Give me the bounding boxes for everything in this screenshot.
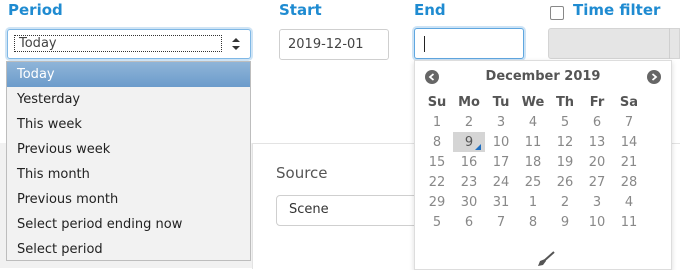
calendar-day[interactable]: 8 (517, 212, 549, 232)
calendar-day[interactable]: 2 (549, 192, 581, 212)
period-select[interactable]: Today (7, 29, 251, 59)
period-option[interactable]: Yesterday (7, 87, 250, 112)
calendar-day[interactable]: 3 (485, 112, 517, 132)
calendar-day[interactable]: 3 (581, 192, 613, 212)
period-option[interactable]: Select period (7, 237, 250, 262)
weekday-header: Tu (492, 94, 510, 110)
weekday-header: Th (555, 94, 575, 110)
calendar-day[interactable]: 4 (517, 112, 549, 132)
next-month-icon[interactable] (647, 70, 661, 84)
calendar-day[interactable]: 15 (421, 152, 453, 172)
weekday-header: Mo (458, 94, 480, 110)
calendar-day[interactable]: 14 (613, 132, 645, 152)
calendar-day[interactable]: 20 (581, 152, 613, 172)
calendar-day[interactable]: 27 (581, 172, 613, 192)
text-caret (424, 36, 425, 52)
period-option[interactable]: Select period ending now (7, 212, 250, 237)
period-option[interactable]: This month (7, 162, 250, 187)
calendar-day[interactable]: 17 (485, 152, 517, 172)
weekday-header: Sa (619, 94, 639, 110)
weekday-header: Su (427, 94, 447, 110)
calendar-day[interactable]: 2 (453, 112, 485, 132)
calendar-day[interactable]: 21 (613, 152, 645, 172)
calendar-day[interactable]: 26 (549, 172, 581, 192)
calendar-day[interactable]: 9 (549, 212, 581, 232)
calendar-day[interactable]: 11 (613, 212, 645, 232)
time-filter-checkbox[interactable] (550, 6, 564, 20)
calendar-day[interactable]: 22 (421, 172, 453, 192)
calendar-day[interactable]: 6 (453, 212, 485, 232)
calendar-day[interactable]: 29 (421, 192, 453, 212)
calendar-day[interactable]: 4 (613, 192, 645, 212)
calendar-day[interactable]: 8 (421, 132, 453, 152)
calendar-day[interactable]: 7 (485, 212, 517, 232)
source-select[interactable]: Scene (276, 195, 426, 226)
time-filter-label: Time filter (573, 1, 661, 19)
start-date-value: 2019-12-01 (288, 37, 364, 52)
period-option[interactable]: This week (7, 112, 250, 137)
calendar-day-today[interactable]: 9 (453, 132, 485, 152)
period-option[interactable]: Today (7, 62, 250, 87)
calendar-grid: Su Mo Tu We Th Fr Sa 1 2 3 4 5 6 7 8 9 1… (421, 92, 645, 232)
datepicker-calendar: December 2019 Su Mo Tu We Th Fr Sa 1 2 3… (414, 60, 672, 270)
weekday-header: Fr (589, 94, 605, 110)
period-dropdown: Today Yesterday This week Previous week … (6, 61, 251, 261)
calendar-day[interactable]: 19 (549, 152, 581, 172)
calendar-day[interactable]: 5 (421, 212, 453, 232)
period-option[interactable]: Previous week (7, 137, 250, 162)
calendar-day[interactable]: 25 (517, 172, 549, 192)
calendar-month-title: December 2019 (485, 69, 601, 84)
period-label: Period (8, 1, 63, 19)
start-label: Start (279, 1, 322, 19)
calendar-day[interactable]: 31 (485, 192, 517, 212)
select-arrows-icon (232, 38, 240, 50)
calendar-day[interactable]: 28 (613, 172, 645, 192)
time-filter-input[interactable] (548, 28, 680, 59)
calendar-day[interactable]: 24 (485, 172, 517, 192)
source-select-value: Scene (289, 202, 329, 217)
calendar-day[interactable]: 7 (613, 112, 645, 132)
period-option[interactable]: Previous month (7, 187, 250, 212)
end-label: End (414, 1, 446, 19)
weekday-header: We (521, 94, 545, 110)
start-date-input[interactable]: 2019-12-01 (279, 29, 389, 60)
calendar-day[interactable]: 30 (453, 192, 485, 212)
calendar-day[interactable]: 18 (517, 152, 549, 172)
calendar-day[interactable]: 1 (517, 192, 549, 212)
end-date-input[interactable] (414, 28, 524, 59)
calendar-day[interactable]: 16 (453, 152, 485, 172)
source-label: Source (276, 164, 328, 182)
calendar-day[interactable]: 23 (453, 172, 485, 192)
calendar-day[interactable]: 5 (549, 112, 581, 132)
clear-brush-icon[interactable] (537, 251, 555, 267)
calendar-day[interactable]: 12 (549, 132, 581, 152)
calendar-day[interactable]: 10 (581, 212, 613, 232)
calendar-day[interactable]: 6 (581, 112, 613, 132)
calendar-day[interactable]: 10 (485, 132, 517, 152)
calendar-day[interactable]: 13 (581, 132, 613, 152)
calendar-day[interactable]: 11 (517, 132, 549, 152)
time-filter-divider (669, 28, 670, 59)
calendar-day[interactable]: 1 (421, 112, 453, 132)
period-select-value: Today (14, 35, 222, 52)
